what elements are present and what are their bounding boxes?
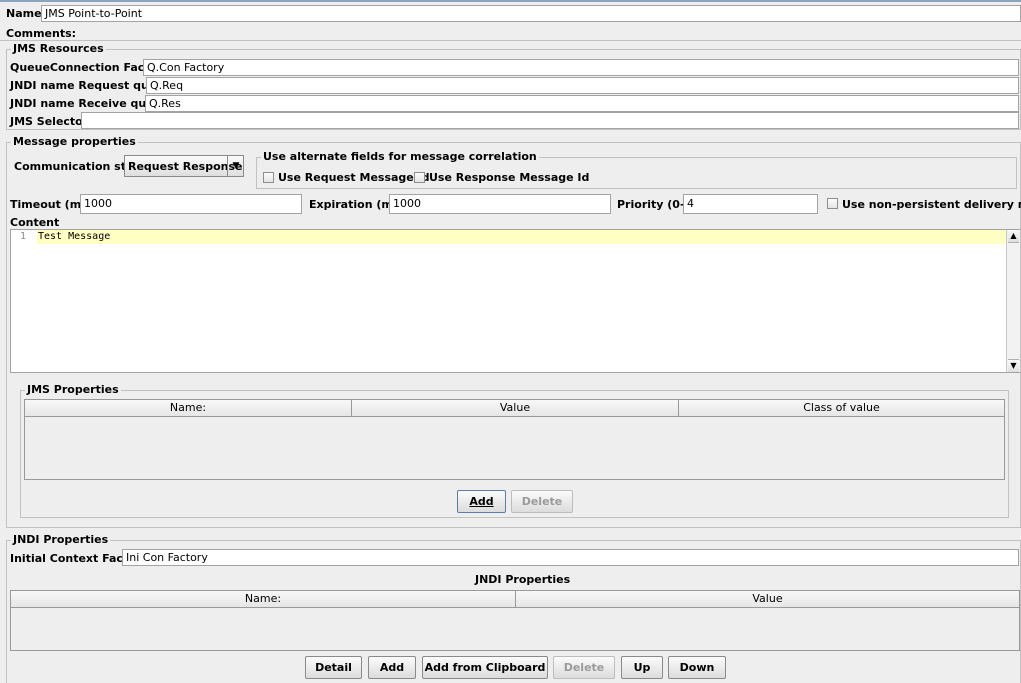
jndi-properties-table-body[interactable] (10, 608, 1020, 651)
correlation-title: Use alternate fields for message correla… (261, 150, 539, 163)
content-text[interactable]: Test Message (38, 231, 110, 242)
jms-delete-button[interactable]: Delete (511, 490, 573, 513)
jms-selector-field[interactable] (81, 112, 1019, 129)
chevron-down-icon[interactable]: ▼ (227, 156, 244, 176)
jms-selector-label: JMS Selector (10, 115, 89, 128)
jndi-down-button[interactable]: Down (668, 656, 726, 679)
jms-col-value[interactable]: Value (352, 400, 679, 416)
jndi-up-button[interactable]: Up (621, 656, 663, 679)
receive-queue-field[interactable]: Q.Res (145, 95, 1019, 112)
content-editor[interactable]: 1 Test Message ▲ ▼ (10, 229, 1020, 373)
current-line-highlight (37, 230, 1006, 244)
jndi-delete-label: Delete (563, 661, 605, 674)
jms-col-class[interactable]: Class of value (679, 400, 1004, 416)
non-persistent-label: Use non-persistent delivery mode? (842, 198, 1021, 211)
request-message-id-label: Use Request Message Id (278, 171, 430, 184)
jms-add-button[interactable]: Add (457, 490, 506, 513)
jndi-delete-button[interactable]: Delete (553, 656, 615, 679)
jms-properties-table-body[interactable] (24, 417, 1005, 480)
line-number-gutter: 1 (11, 230, 36, 372)
comments-label: Comments: (6, 27, 77, 40)
jndi-properties-table-header: Name: Value (10, 590, 1020, 608)
content-scrollbar[interactable]: ▲ ▼ (1006, 230, 1020, 372)
timeout-field[interactable]: 1000 (80, 194, 302, 214)
jms-resources-title: JMS Resources (11, 42, 106, 55)
non-persistent-checkbox[interactable] (827, 198, 838, 209)
content-label: Content (10, 216, 60, 229)
jndi-col-value[interactable]: Value (516, 591, 1019, 607)
jms-delete-label: Delete (521, 495, 563, 508)
jndi-add-from-clipboard-label: Add from Clipboard (424, 661, 546, 674)
jms-properties-table-header: Name: Value Class of value (24, 399, 1005, 417)
scroll-up-icon[interactable]: ▲ (1008, 230, 1019, 243)
window-top-border (0, 0, 1021, 2)
message-properties-title: Message properties (11, 135, 138, 148)
jndi-add-from-clipboard-button[interactable]: Add from Clipboard (422, 656, 548, 679)
jms-col-name[interactable]: Name: (25, 400, 352, 416)
request-message-id-checkbox[interactable] (263, 172, 274, 183)
response-message-id-checkbox[interactable] (414, 172, 425, 183)
jndi-properties-title: JNDI Properties (11, 533, 111, 546)
initial-context-factory-field[interactable]: Ini Con Factory (122, 549, 1019, 566)
jms-add-label: Add (469, 495, 494, 508)
priority-field[interactable]: 4 (683, 194, 818, 214)
name-label: Name: (6, 7, 46, 20)
name-field[interactable]: JMS Point-to-Point (41, 5, 1021, 22)
jndi-detail-label: Detail (315, 661, 352, 674)
scroll-down-icon[interactable]: ▼ (1008, 359, 1019, 372)
response-message-id-label: Use Response Message Id (429, 171, 590, 184)
communication-style-select[interactable]: Request Response ▼ (124, 155, 244, 177)
communication-style-value: Request Response (128, 160, 243, 173)
jndi-up-label: Up (633, 661, 651, 674)
queue-connection-factory-field[interactable]: Q.Con Factory (143, 59, 1019, 76)
request-queue-field[interactable]: Q.Req (146, 77, 1019, 94)
jms-properties-title: JMS Properties (25, 383, 121, 396)
jndi-add-label: Add (379, 661, 405, 674)
jndi-add-button[interactable]: Add (368, 656, 416, 679)
jndi-col-name[interactable]: Name: (11, 591, 516, 607)
jndi-down-label: Down (679, 661, 715, 674)
line-number: 1 (20, 231, 27, 242)
comments-divider (0, 40, 1021, 41)
jndi-detail-button[interactable]: Detail (305, 656, 362, 679)
jndi-table-title: JNDI Properties (475, 573, 571, 586)
expiration-field[interactable]: 1000 (389, 194, 611, 214)
